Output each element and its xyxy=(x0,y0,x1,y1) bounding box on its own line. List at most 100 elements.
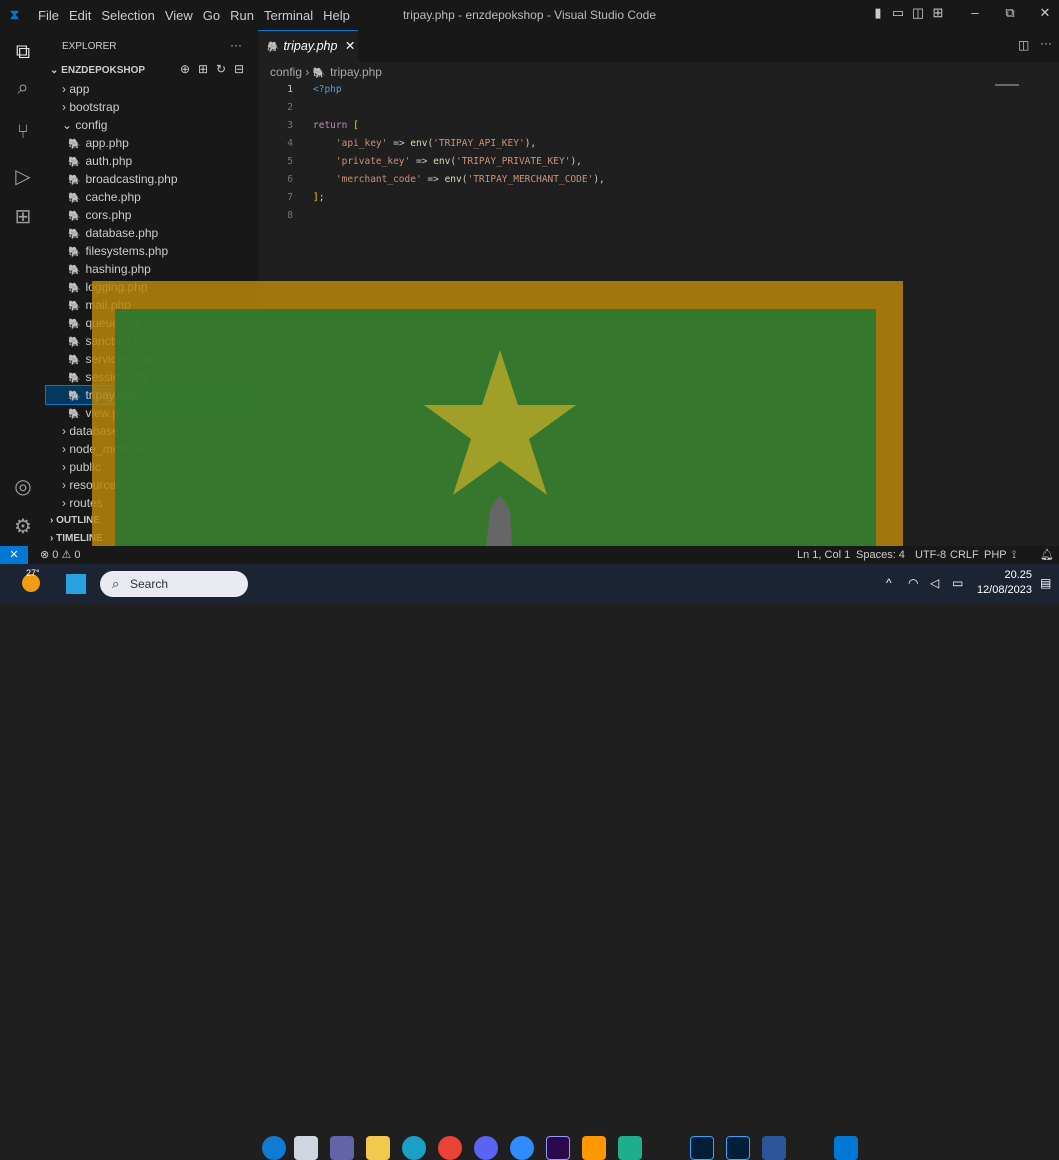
menu-selection[interactable]: Selection xyxy=(101,8,154,23)
teams-icon[interactable] xyxy=(330,1136,354,1160)
explorer-icon[interactable]: ⧉ xyxy=(0,34,46,70)
chrome-icon[interactable] xyxy=(438,1136,462,1160)
indentation[interactable]: Spaces: 4 xyxy=(856,546,905,564)
layout-sidebar-icon[interactable]: ▮ xyxy=(871,6,885,20)
extensions-icon[interactable]: ⊞ xyxy=(0,198,46,234)
more-actions-icon[interactable]: ··· xyxy=(230,38,242,52)
menu-help[interactable]: Help xyxy=(323,8,350,23)
discord-icon[interactable] xyxy=(474,1136,498,1160)
account-icon[interactable]: ◎ xyxy=(0,468,46,504)
battery-icon[interactable]: ▭ xyxy=(952,576,963,590)
line-number: 8 xyxy=(287,210,293,221)
file-database[interactable]: 🐘 database.php xyxy=(46,224,258,242)
breadcrumb-file[interactable]: tripay.php xyxy=(330,65,382,79)
sublime-icon[interactable] xyxy=(582,1136,606,1160)
chevron-up-icon[interactable]: ^ xyxy=(886,576,892,590)
php-file-icon: 🐘 xyxy=(68,157,81,168)
file-cors[interactable]: 🐘 cors.php xyxy=(46,206,258,224)
task-view-icon[interactable] xyxy=(294,1136,318,1160)
clock-date[interactable]: 12/08/2023 xyxy=(974,584,1032,596)
file-filesystems[interactable]: 🐘 filesystems.php xyxy=(46,242,258,260)
workspace-root-label: ENZDEPOKSHOP xyxy=(61,65,146,76)
minimap[interactable] xyxy=(995,84,1019,86)
env-string: 'TRIPAY_API_KEY' xyxy=(433,138,525,149)
new-file-icon[interactable]: ⊕ xyxy=(180,62,190,76)
vscode-taskbar-icon[interactable] xyxy=(834,1136,858,1160)
file-explorer-icon[interactable] xyxy=(366,1136,390,1160)
language-mode[interactable]: PHP xyxy=(984,546,1007,564)
code-line-4[interactable]: 'api_key' => env('TRIPAY_API_KEY'), xyxy=(313,135,536,153)
remote-icon[interactable]: ✕ xyxy=(0,546,28,564)
premiere-icon[interactable] xyxy=(546,1136,570,1160)
file-cache[interactable]: 🐘 cache.php xyxy=(46,188,258,206)
code-line-6[interactable]: 'merchant_code' => env('TRIPAY_MERCHANT_… xyxy=(313,171,605,189)
start-icon[interactable] xyxy=(66,574,86,594)
env-function: env xyxy=(433,156,451,167)
search-icon[interactable]: ⌕ xyxy=(0,70,46,106)
tab-bar xyxy=(258,30,1059,62)
minimize-icon[interactable]: – xyxy=(968,6,982,20)
folder-config[interactable]: ⌄ config xyxy=(46,116,258,134)
code-line-7[interactable]: ]; xyxy=(313,189,324,207)
run-debug-icon[interactable]: ▷ xyxy=(0,158,46,194)
zoom-icon[interactable] xyxy=(510,1136,534,1160)
star-overlay-icon xyxy=(424,350,576,495)
file-auth[interactable]: 🐘 auth.php xyxy=(46,152,258,170)
file-hashing[interactable]: 🐘 hashing.php xyxy=(46,260,258,278)
tree-item-label: config xyxy=(75,118,108,132)
laragon-icon[interactable] xyxy=(618,1136,642,1160)
tree-item-label: database.php xyxy=(85,226,159,240)
menu-terminal[interactable]: Terminal xyxy=(264,8,313,23)
problems-indicator[interactable]: ⊗ 0 ⚠ 0 xyxy=(40,546,80,564)
tree-item-label: cache.php xyxy=(85,190,141,204)
refresh-icon[interactable]: ↻ xyxy=(216,62,226,76)
layout-split-icon[interactable]: ◫ xyxy=(911,6,925,20)
restore-icon[interactable]: ⧉ xyxy=(1003,6,1017,20)
file-app[interactable]: 🐘 app.php xyxy=(46,134,258,152)
layout-customize-icon[interactable]: ⊞ xyxy=(931,6,945,20)
tab-tripay[interactable]: 🐘 tripay.php ✕ xyxy=(258,30,358,62)
close-icon[interactable]: ✕ xyxy=(1038,6,1052,20)
code-line-3[interactable]: return [ xyxy=(313,117,359,135)
edge-icon[interactable] xyxy=(402,1136,426,1160)
folder-bootstrap[interactable]: › bootstrap xyxy=(46,98,258,116)
code-line-1[interactable]: <?php xyxy=(313,81,342,99)
word-icon[interactable] xyxy=(762,1136,786,1160)
feedback-icon[interactable]: ⟟ xyxy=(1012,546,1016,564)
php-open-tag: <?php xyxy=(313,84,342,95)
weather-temp: 27° xyxy=(26,568,40,578)
menu-file[interactable]: File xyxy=(38,8,59,23)
workspace-root[interactable]: ⌄ ENZDEPOKSHOP xyxy=(50,62,262,80)
layout-panel-icon[interactable]: ▭ xyxy=(891,6,905,20)
code-line-5[interactable]: 'private_key' => env('TRIPAY_PRIVATE_KEY… xyxy=(313,153,582,171)
source-control-icon[interactable]: ⑂ xyxy=(0,114,46,150)
taskbar-search[interactable]: Search xyxy=(100,571,248,597)
cursor-position[interactable]: Ln 1, Col 1 xyxy=(797,546,850,564)
folder-app[interactable]: › app xyxy=(46,80,258,98)
notification-center-icon[interactable]: ▤ xyxy=(1040,576,1051,590)
menu-edit[interactable]: Edit xyxy=(69,8,91,23)
env-string: 'TRIPAY_PRIVATE_KEY' xyxy=(456,156,571,167)
collapse-all-icon[interactable]: ⊟ xyxy=(234,62,244,76)
file-broadcasting[interactable]: 🐘 broadcasting.php xyxy=(46,170,258,188)
editor-more-icon[interactable]: ··· xyxy=(1040,36,1052,50)
photoshop-2-icon[interactable] xyxy=(726,1136,750,1160)
encoding[interactable]: UTF-8 xyxy=(915,546,946,564)
menu-view[interactable]: View xyxy=(165,8,193,23)
settings-gear-icon[interactable]: ⚙ xyxy=(0,508,46,544)
wifi-icon[interactable]: ◠ xyxy=(908,576,918,590)
menu-go[interactable]: Go xyxy=(203,8,220,23)
php-file-icon: 🐘 xyxy=(68,373,81,384)
line-ending[interactable]: CRLF xyxy=(950,546,979,564)
volume-icon[interactable]: ◁ xyxy=(930,576,939,590)
new-folder-icon[interactable]: ⊞ xyxy=(198,62,208,76)
key-string: 'merchant_code' xyxy=(335,174,422,185)
breadcrumb-folder[interactable]: config xyxy=(270,65,302,79)
menu-run[interactable]: Run xyxy=(230,8,254,23)
clock-time[interactable]: 20.25 xyxy=(984,569,1032,581)
notifications-icon[interactable]: 🔔︎ xyxy=(1040,546,1054,564)
close-tab-icon[interactable]: ✕ xyxy=(345,39,355,53)
split-editor-icon[interactable]: ◫ xyxy=(1018,38,1029,52)
photoshop-icon[interactable] xyxy=(690,1136,714,1160)
bing-icon[interactable] xyxy=(262,1136,286,1160)
